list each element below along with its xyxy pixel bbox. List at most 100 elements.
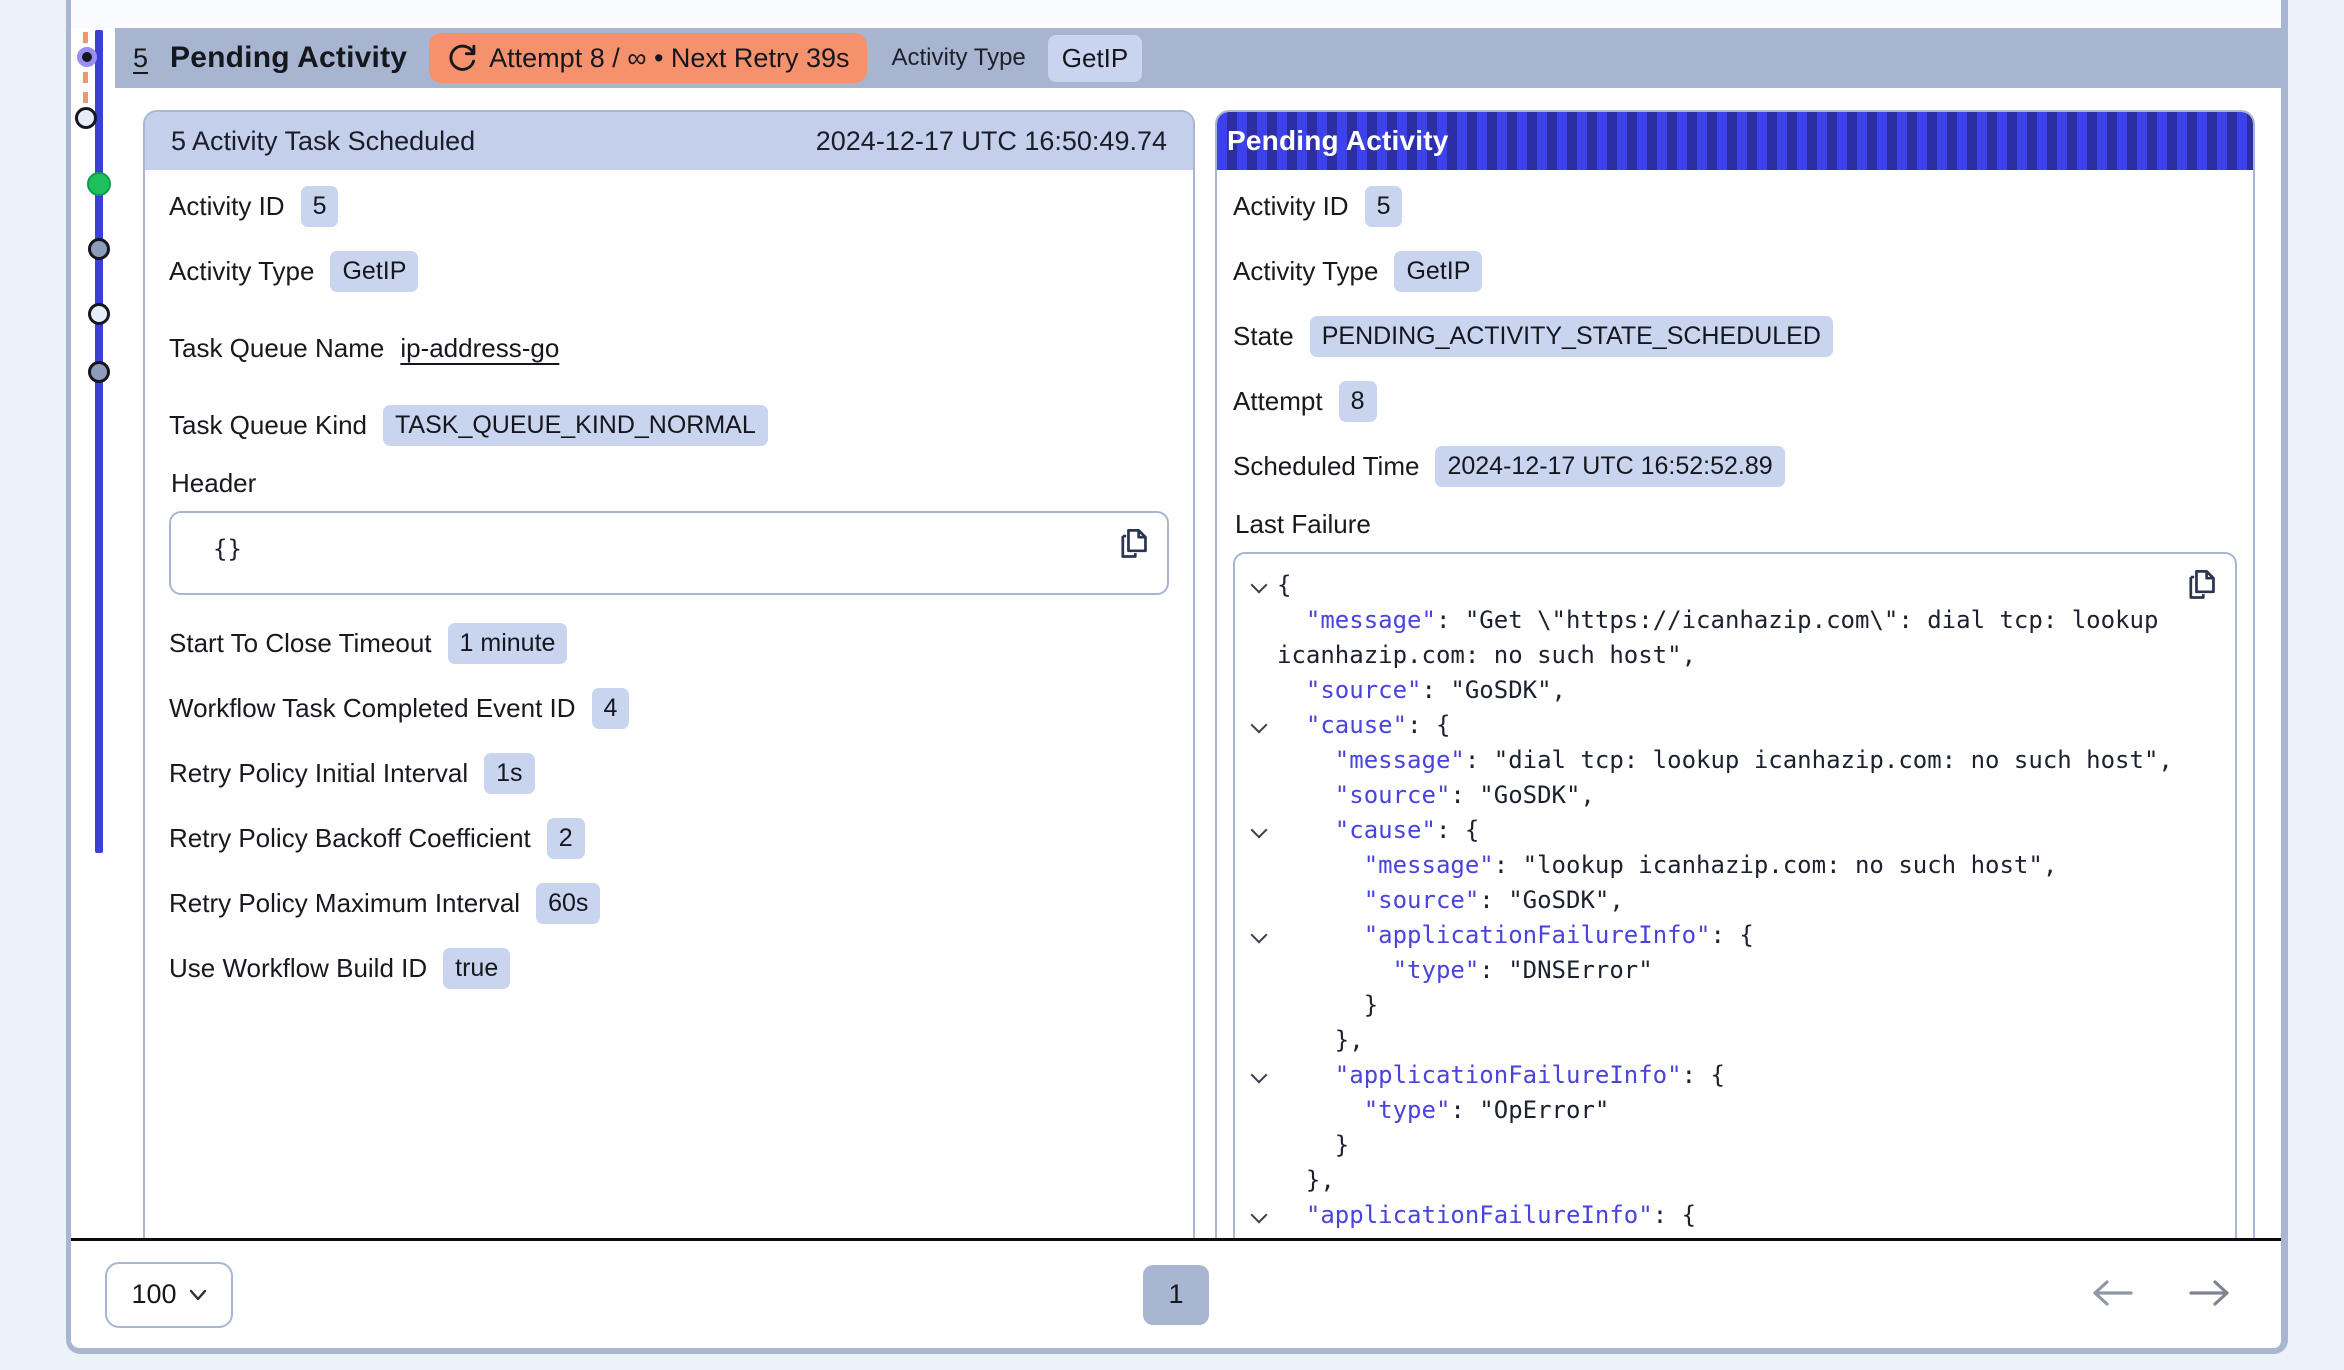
- code-line: "message": "dial tcp: lookup icanhazip.c…: [1247, 743, 2215, 778]
- field-row: Task Queue Name ip-address-go: [169, 326, 1169, 370]
- activity-type-label: Activity Type: [891, 44, 1025, 72]
- scheduled-card-header: 5 Activity Task Scheduled 2024-12-17 UTC…: [145, 112, 1193, 170]
- field-value: 60s: [536, 883, 600, 924]
- field-label: Workflow Task Completed Event ID: [169, 693, 576, 724]
- field-label: Scheduled Time: [1233, 451, 1419, 482]
- event-detail-content: 5 Activity Task Scheduled 2024-12-17 UTC…: [143, 88, 2255, 1238]
- event-history-panel: 5 Pending Activity Attempt 8 / ∞ • Next …: [66, 0, 2288, 1354]
- field-row: Use Workflow Build ID true: [169, 946, 1169, 990]
- field-row: Activity Type GetIP: [1233, 249, 2237, 293]
- field-value: GetIP: [1394, 251, 1482, 292]
- field-row: Workflow Task Completed Event ID 4: [169, 686, 1169, 730]
- copy-failure-button[interactable]: [2183, 566, 2219, 604]
- code-gutter: [1247, 673, 1277, 708]
- field-label: Task Queue Kind: [169, 410, 367, 441]
- field-label: Retry Policy Maximum Interval: [169, 888, 520, 919]
- code-text: "type": "DNSError": [1277, 953, 2215, 988]
- code-gutter: [1247, 1128, 1277, 1163]
- timeline-dot-neutral[interactable]: [88, 238, 110, 260]
- top-strip: [71, 0, 2281, 28]
- code-line: "applicationFailureInfo": {: [1247, 1058, 2215, 1093]
- field-label: Activity ID: [1233, 191, 1349, 222]
- code-line: "source": "GoSDK",: [1247, 883, 2215, 918]
- timeline-line: [95, 30, 103, 853]
- copy-icon: [2185, 568, 2217, 602]
- field-value: ip-address-go: [400, 333, 559, 364]
- code-line: }: [1247, 1128, 2215, 1163]
- collapse-chevron-icon[interactable]: [1247, 708, 1277, 743]
- collapse-chevron-icon[interactable]: [1247, 1058, 1277, 1093]
- last-failure-json: { "message": "Get \"https://icanhazip.co…: [1247, 568, 2215, 1238]
- collapse-chevron-icon[interactable]: [1247, 1198, 1277, 1233]
- code-text: "cause": {: [1277, 708, 2215, 743]
- code-text: "applicationFailureInfo": {: [1277, 1198, 2215, 1233]
- field-label: Task Queue Name: [169, 333, 384, 364]
- field-label: Retry Policy Backoff Coefficient: [169, 823, 531, 854]
- page-1-button[interactable]: 1: [1143, 1265, 1209, 1325]
- code-line: "type": "DNSError": [1247, 953, 2215, 988]
- field-value: 2: [547, 818, 585, 859]
- field-label: Retry Policy Initial Interval: [169, 758, 468, 789]
- arrow-right-icon: [2187, 1278, 2233, 1308]
- field-value: 8: [1339, 381, 1377, 422]
- previous-page-button[interactable]: [2085, 1274, 2139, 1315]
- code-gutter: [1247, 1163, 1277, 1198]
- page-title: Pending Activity: [170, 41, 407, 75]
- code-text: {: [1277, 568, 2215, 603]
- field-value: GetIP: [330, 251, 418, 292]
- next-page-button[interactable]: [2183, 1274, 2237, 1315]
- code-text: "message": "lookup icanhazip.com: no suc…: [1277, 848, 2215, 883]
- pending-activity-header-row[interactable]: 5 Pending Activity Attempt 8 / ∞ • Next …: [115, 28, 2281, 88]
- timeline-dot-neutral[interactable]: [88, 361, 110, 383]
- timeline-dot-open[interactable]: [88, 303, 110, 325]
- code-line: "cause": {: [1247, 813, 2215, 848]
- page-size-select[interactable]: 100: [105, 1262, 233, 1328]
- last-failure-box: { "message": "Get \"https://icanhazip.co…: [1233, 552, 2237, 1238]
- timeline-dot-current[interactable]: [77, 47, 97, 67]
- pending-activity-card: Pending Activity Activity ID 5 Activity …: [1215, 110, 2255, 1238]
- field-label: Start To Close Timeout: [169, 628, 432, 659]
- code-gutter: [1247, 603, 1277, 638]
- code-text: "applicationFailureInfo": {: [1277, 1058, 2215, 1093]
- collapse-chevron-icon[interactable]: [1247, 813, 1277, 848]
- code-gutter: [1247, 953, 1277, 988]
- collapse-chevron-icon[interactable]: [1247, 918, 1277, 953]
- code-line: "applicationFailureInfo": {: [1247, 918, 2215, 953]
- activity-type-badge: GetIP: [1048, 35, 1142, 82]
- code-line: "source": "GoSDK",: [1247, 778, 2215, 813]
- code-gutter: [1247, 988, 1277, 1023]
- code-text: }: [1277, 988, 2215, 1023]
- code-line: "applicationFailureInfo": {: [1247, 1198, 2215, 1233]
- pending-fields: Activity ID 5 Activity Type GetIP State …: [1233, 184, 2237, 488]
- field-row: Start To Close Timeout 1 minute: [169, 621, 1169, 665]
- field-label: Use Workflow Build ID: [169, 953, 427, 984]
- collapse-chevron-icon[interactable]: [1247, 568, 1277, 603]
- field-value: true: [443, 948, 510, 989]
- field-value: TASK_QUEUE_KIND_NORMAL: [383, 405, 768, 446]
- code-text: },: [1277, 1023, 2215, 1058]
- scheduled-timestamp: 2024-12-17 UTC 16:50:49.74: [816, 126, 1167, 157]
- retry-status-badge: Attempt 8 / ∞ • Next Retry 39s: [429, 33, 867, 83]
- activity-task-scheduled-card: 5 Activity Task Scheduled 2024-12-17 UTC…: [143, 110, 1195, 1238]
- code-gutter: [1247, 743, 1277, 778]
- timeline-dot-success[interactable]: [87, 172, 111, 196]
- code-line: "source": "GoSDK",: [1247, 673, 2215, 708]
- code-line: {: [1247, 568, 2215, 603]
- pagination-footer: 100 1: [71, 1238, 2281, 1348]
- retry-icon: [447, 43, 477, 73]
- event-id-link[interactable]: 5: [133, 43, 148, 74]
- scheduled-fields-bottom: Start To Close Timeout 1 minute Workflow…: [169, 621, 1169, 990]
- event-timeline-rail: [71, 0, 141, 1348]
- code-text: "source": "GoSDK",: [1277, 673, 2215, 708]
- pending-card-title: Pending Activity: [1227, 125, 1449, 157]
- copy-header-button[interactable]: [1115, 525, 1151, 563]
- code-line: }: [1247, 988, 2215, 1023]
- retry-badge-text: Attempt 8 / ∞ • Next Retry 39s: [489, 43, 849, 74]
- field-label: State: [1233, 321, 1294, 352]
- chevron-down-icon: [189, 1289, 207, 1301]
- code-text: "message": "dial tcp: lookup icanhazip.c…: [1277, 743, 2215, 778]
- field-row: Activity ID 5: [1233, 184, 2237, 228]
- code-line: },: [1247, 1023, 2215, 1058]
- code-line: "message": "Get \"https://icanhazip.com\…: [1247, 603, 2215, 673]
- timeline-dot-open[interactable]: [75, 107, 97, 129]
